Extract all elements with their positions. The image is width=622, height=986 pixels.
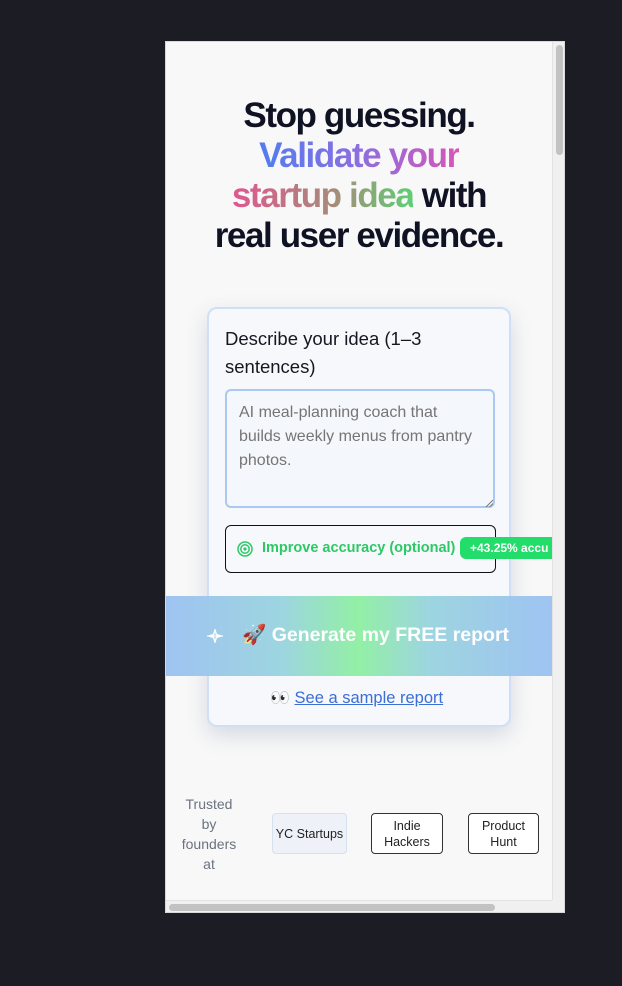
chip-product-hunt: Product Hunt [468, 813, 539, 854]
horizontal-scrollbar-thumb[interactable] [169, 904, 495, 911]
generate-report-label: 🚀 Generate my FREE report [242, 623, 509, 647]
headline-gradient-2: startup idea [231, 176, 415, 215]
improve-accuracy-label: Improve accuracy (optional) [262, 540, 456, 556]
sample-report-text: See a sample report [294, 689, 444, 707]
trusted-by-label: Trusted by founders at [181, 796, 237, 872]
sample-report-link[interactable]: 👀 See a sample report [270, 688, 443, 708]
browser-frame: Stop guessing. Validate your startup ide… [165, 41, 565, 913]
idea-field-label: Describe your idea (1–3 sentences) [225, 328, 422, 377]
headline-line-3-rest: with [413, 176, 488, 215]
eyes-icon: 👀 [270, 690, 290, 707]
resize-grip-icon[interactable] [485, 499, 493, 507]
rocket-icon: 🚀 [242, 624, 267, 646]
accuracy-gain-badge: +43.25% accu [460, 537, 552, 559]
headline-line-3: startup idea with [166, 176, 552, 216]
headline-line-2: Validate your [166, 136, 552, 176]
target-icon [237, 541, 253, 557]
headline-line-1: Stop guessing. [243, 96, 476, 135]
improve-accuracy-button[interactable]: Improve accuracy (optional) +43.25% accu [225, 525, 552, 573]
chip-yc-startups: YC Startups [272, 813, 347, 854]
headline-line-4: real user evidence. [214, 216, 505, 255]
page-viewport: Stop guessing. Validate your startup ide… [166, 42, 552, 900]
chip-indie-hackers: Indie Hackers [371, 813, 443, 854]
horizontal-scrollbar[interactable] [166, 900, 552, 912]
vertical-scrollbar-thumb[interactable] [556, 45, 563, 155]
scrollbar-corner [552, 900, 564, 912]
idea-input[interactable] [225, 389, 495, 508]
generate-report-button[interactable]: 🚀 Generate my FREE report [166, 596, 552, 676]
generate-report-text: Generate my FREE report [271, 624, 510, 646]
hero-headline: Stop guessing. Validate your startup ide… [166, 96, 552, 256]
vertical-scrollbar[interactable] [552, 42, 564, 900]
sparkle-icon [206, 629, 224, 643]
headline-gradient-1: Validate your [259, 136, 460, 175]
